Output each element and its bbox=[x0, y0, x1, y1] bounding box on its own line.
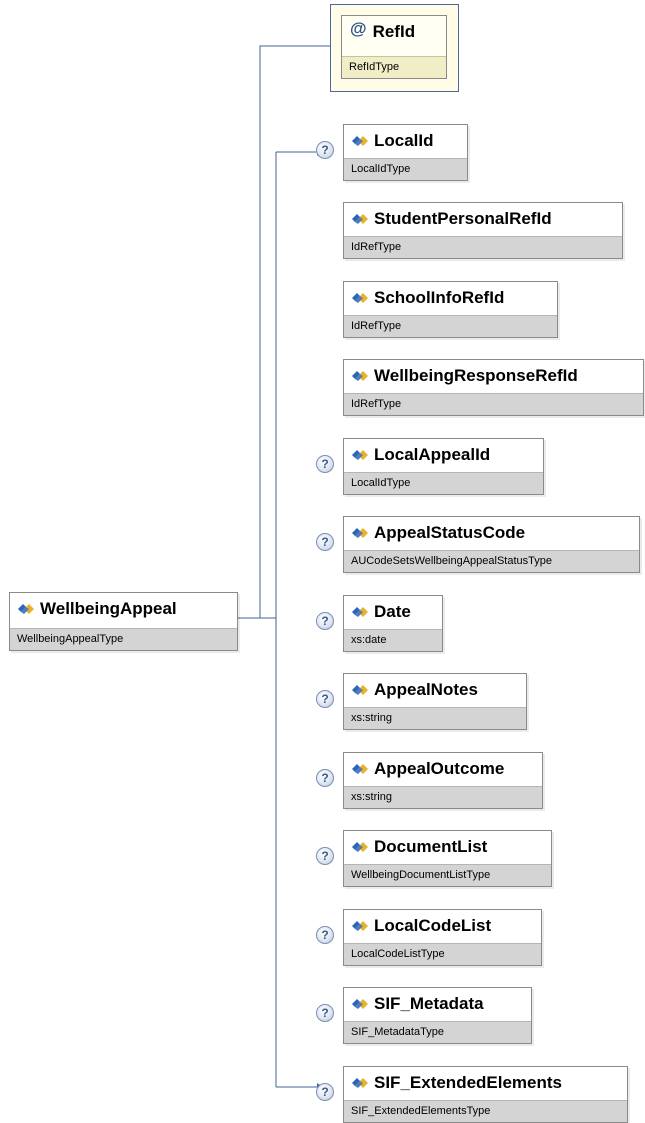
element-box-documentlist[interactable]: DocumentList WellbeingDocumentListType bbox=[343, 830, 552, 887]
element-icon bbox=[352, 921, 368, 931]
element-type: IdRefType bbox=[344, 315, 557, 337]
attribute-name: RefId bbox=[372, 22, 416, 41]
attribute-box[interactable]: @ RefId RefIdType bbox=[341, 15, 447, 79]
element-type: xs:string bbox=[344, 786, 542, 808]
element-name: SIF_ExtendedElements bbox=[374, 1073, 563, 1092]
attribute-group: @ RefId RefIdType bbox=[330, 4, 459, 92]
element-name: Date bbox=[374, 602, 411, 621]
element-box-appealnotes[interactable]: AppealNotes xs:string bbox=[343, 673, 527, 730]
schema-diagram: WellbeingAppeal WellbeingAppealType @ Re… bbox=[0, 0, 645, 1123]
element-icon bbox=[352, 764, 368, 774]
element-box-localappealid[interactable]: LocalAppealId LocalIdType bbox=[343, 438, 544, 495]
element-box-date[interactable]: Date xs:date bbox=[343, 595, 443, 652]
element-icon bbox=[352, 528, 368, 538]
element-box-sif-extendedelements[interactable]: SIF_ExtendedElements SIF_ExtendedElements… bbox=[343, 1066, 628, 1123]
element-box-appealoutcome[interactable]: AppealOutcome xs:string bbox=[343, 752, 543, 809]
root-element-box[interactable]: WellbeingAppeal WellbeingAppealType bbox=[9, 592, 238, 651]
element-icon bbox=[352, 607, 368, 617]
optional-icon: ? bbox=[316, 1004, 334, 1022]
element-name-row: SIF_ExtendedElements bbox=[352, 1071, 562, 1095]
element-name: LocalAppealId bbox=[374, 445, 491, 464]
element-name: WellbeingResponseRefId bbox=[374, 366, 578, 385]
element-box-schoolinforefid[interactable]: SchoolInfoRefId IdRefType bbox=[343, 281, 558, 338]
element-type: IdRefType bbox=[344, 393, 643, 415]
element-type: SIF_MetadataType bbox=[344, 1021, 531, 1043]
element-type: IdRefType bbox=[344, 236, 622, 258]
element-type: AUCodeSetsWellbeingAppealStatusType bbox=[344, 550, 639, 572]
element-name-row: SIF_Metadata bbox=[352, 992, 484, 1016]
element-type: WellbeingDocumentListType bbox=[344, 864, 551, 886]
element-icon bbox=[352, 371, 368, 381]
element-name: DocumentList bbox=[374, 837, 488, 856]
element-name-row: StudentPersonalRefId bbox=[352, 207, 552, 231]
element-type: xs:string bbox=[344, 707, 526, 729]
optional-icon: ? bbox=[316, 926, 334, 944]
element-type: LocalCodeListType bbox=[344, 943, 541, 965]
element-box-wellbeingresponserefid[interactable]: WellbeingResponseRefId IdRefType bbox=[343, 359, 644, 416]
optional-icon: ? bbox=[316, 141, 334, 159]
optional-icon: ? bbox=[316, 847, 334, 865]
root-element-name: WellbeingAppeal bbox=[40, 599, 177, 618]
element-name-row: DocumentList bbox=[352, 835, 487, 859]
element-name: AppealNotes bbox=[374, 680, 478, 699]
element-name: SchoolInfoRefId bbox=[374, 288, 505, 307]
optional-icon: ? bbox=[316, 690, 334, 708]
element-name: AppealOutcome bbox=[374, 759, 505, 778]
element-name-row: AppealStatusCode bbox=[352, 521, 525, 545]
attribute-type: RefIdType bbox=[342, 56, 446, 78]
attribute-icon: @ bbox=[350, 19, 367, 38]
element-icon bbox=[352, 214, 368, 224]
root-element-name-row: WellbeingAppeal bbox=[18, 597, 177, 621]
element-name: LocalCodeList bbox=[374, 916, 492, 935]
element-type: xs:date bbox=[344, 629, 442, 651]
optional-icon: ? bbox=[316, 612, 334, 630]
element-icon bbox=[18, 604, 34, 614]
element-icon bbox=[352, 293, 368, 303]
element-name: AppealStatusCode bbox=[374, 523, 526, 542]
element-type: LocalIdType bbox=[344, 158, 467, 180]
element-icon bbox=[352, 999, 368, 1009]
element-box-localcodelist[interactable]: LocalCodeList LocalCodeListType bbox=[343, 909, 542, 966]
element-name-row: LocalCodeList bbox=[352, 914, 491, 938]
element-name-row: WellbeingResponseRefId bbox=[352, 364, 578, 388]
element-box-appealstatuscode[interactable]: AppealStatusCode AUCodeSetsWellbeingAppea… bbox=[343, 516, 640, 573]
element-icon bbox=[352, 450, 368, 460]
element-icon bbox=[352, 685, 368, 695]
element-box-localid[interactable]: LocalId LocalIdType bbox=[343, 124, 468, 181]
element-name-row: AppealNotes bbox=[352, 678, 478, 702]
element-name-row: Date bbox=[352, 600, 411, 624]
element-icon bbox=[352, 1078, 368, 1088]
attribute-name-row: @ RefId bbox=[350, 19, 416, 44]
optional-icon: ? bbox=[316, 533, 334, 551]
optional-icon: ? bbox=[316, 455, 334, 473]
element-type: LocalIdType bbox=[344, 472, 543, 494]
element-name-row: AppealOutcome bbox=[352, 757, 504, 781]
element-name-row: LocalAppealId bbox=[352, 443, 490, 467]
optional-icon: ? bbox=[316, 1083, 334, 1101]
element-box-studentpersonalrefid[interactable]: StudentPersonalRefId IdRefType bbox=[343, 202, 623, 259]
element-box-sif-metadata[interactable]: SIF_Metadata SIF_MetadataType bbox=[343, 987, 532, 1044]
element-icon bbox=[352, 136, 368, 146]
element-name: StudentPersonalRefId bbox=[374, 209, 552, 228]
root-element-type: WellbeingAppealType bbox=[10, 628, 237, 650]
element-icon bbox=[352, 842, 368, 852]
element-name: LocalId bbox=[374, 131, 434, 150]
element-name: SIF_Metadata bbox=[374, 994, 484, 1013]
element-name-row: LocalId bbox=[352, 129, 434, 153]
optional-icon: ? bbox=[316, 769, 334, 787]
element-name-row: SchoolInfoRefId bbox=[352, 286, 504, 310]
